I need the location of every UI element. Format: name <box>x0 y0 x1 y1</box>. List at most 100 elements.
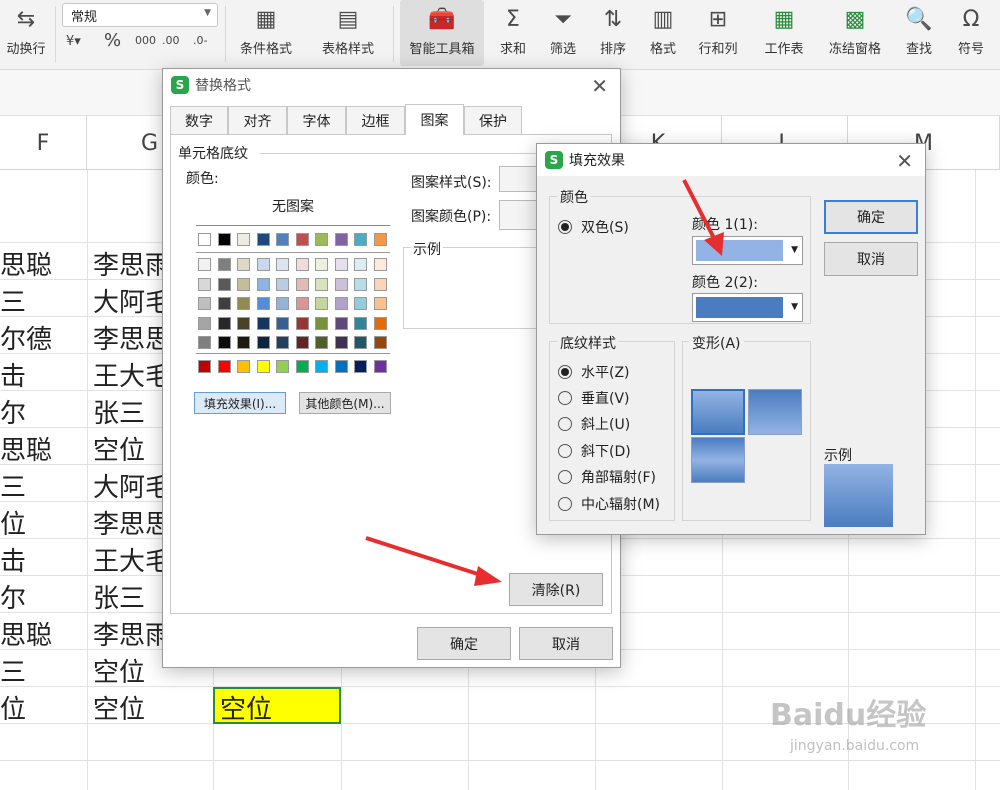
palette-swatch[interactable] <box>315 360 328 373</box>
palette-swatch[interactable] <box>315 297 328 310</box>
close-icon[interactable]: ✕ <box>591 74 608 98</box>
wrap-text-button[interactable]: ⇆ 动换行 <box>0 0 52 66</box>
palette-swatch[interactable] <box>256 336 270 349</box>
cell-g12[interactable]: 空位 <box>93 652 163 689</box>
currency-icon[interactable]: ¥▾ <box>66 34 81 49</box>
style-center-radial-radio[interactable]: 中心辐射(M) <box>558 494 660 514</box>
palette-swatch[interactable] <box>276 233 289 246</box>
cell-g13[interactable]: 空位 <box>93 689 163 726</box>
cell-f9[interactable]: 击 <box>0 541 26 578</box>
conditional-format-button[interactable]: ▦ 条件格式 <box>232 0 300 66</box>
cell-f12[interactable]: 三 <box>0 652 26 689</box>
cell-f2[interactable]: 三 <box>0 282 26 319</box>
worksheet-button[interactable]: ▦ 工作表 <box>754 0 814 66</box>
color2-dropdown[interactable]: ▼ <box>692 293 803 322</box>
cell-g2[interactable]: 大阿毛 <box>93 282 163 319</box>
palette-swatch[interactable] <box>198 360 211 373</box>
style-diagonal-up-radio[interactable]: 斜上(U) <box>558 414 630 434</box>
palette-swatch[interactable] <box>315 258 328 271</box>
color1-dropdown[interactable]: ▼ <box>692 236 803 265</box>
palette-swatch[interactable] <box>217 336 231 349</box>
cell-f4[interactable]: 击 <box>0 356 26 393</box>
palette-swatch[interactable] <box>334 233 348 246</box>
tab-font[interactable]: 字体 <box>287 106 346 134</box>
palette-swatch[interactable] <box>237 297 250 310</box>
palette-swatch[interactable] <box>354 297 367 310</box>
palette-swatch[interactable] <box>276 258 289 271</box>
palette-swatch[interactable] <box>315 277 328 291</box>
palette-swatch[interactable] <box>354 316 367 330</box>
sort-button[interactable]: ⇅ 排序 <box>590 0 636 66</box>
palette-swatch[interactable] <box>198 297 211 310</box>
cell-f10[interactable]: 尔 <box>0 578 26 615</box>
palette-swatch[interactable] <box>315 233 328 246</box>
smart-toolbox-button[interactable]: 🧰 智能工具箱 <box>400 0 484 66</box>
palette-swatch[interactable] <box>256 258 270 271</box>
palette-swatch[interactable] <box>373 297 387 310</box>
palette-swatch[interactable] <box>276 360 289 373</box>
variant-3[interactable] <box>691 437 745 483</box>
palette-swatch[interactable] <box>373 360 387 373</box>
palette-swatch[interactable] <box>276 336 289 349</box>
fill-effects-button[interactable]: 填充效果(I)... <box>194 392 286 414</box>
palette-swatch[interactable] <box>334 316 348 330</box>
cell-g10[interactable]: 张三 <box>93 578 163 615</box>
palette-swatch[interactable] <box>217 297 231 310</box>
palette-swatch[interactable] <box>198 336 211 349</box>
palette-swatch[interactable] <box>334 258 348 271</box>
palette-swatch[interactable] <box>237 336 250 349</box>
column-header-f[interactable]: F <box>0 116 87 170</box>
percent-icon[interactable]: % <box>104 30 121 51</box>
palette-swatch[interactable] <box>198 233 211 246</box>
cell-g9[interactable]: 王大毛 <box>93 541 163 578</box>
palette-swatch[interactable] <box>256 316 270 330</box>
sum-button[interactable]: Σ 求和 <box>490 0 536 66</box>
cell-f5[interactable]: 尔 <box>0 393 26 430</box>
cell-g11[interactable]: 李思雨 <box>93 615 163 652</box>
palette-swatch[interactable] <box>198 277 211 291</box>
palette-swatch[interactable] <box>256 277 270 291</box>
selected-cell[interactable]: 空位 <box>213 687 341 725</box>
variant-1[interactable] <box>691 389 745 435</box>
palette-swatch[interactable] <box>334 277 348 291</box>
tab-pattern[interactable]: 图案 <box>405 104 464 135</box>
cell-g4[interactable]: 王大毛 <box>93 356 163 393</box>
palette-swatch[interactable] <box>295 336 309 349</box>
replace-ok-button[interactable]: 确定 <box>417 627 511 660</box>
palette-swatch[interactable] <box>373 316 387 330</box>
palette-swatch[interactable] <box>256 233 270 246</box>
cell-g7[interactable]: 大阿毛 <box>93 467 163 504</box>
tab-alignment[interactable]: 对齐 <box>228 106 287 134</box>
two-colors-radio[interactable]: 双色(S) <box>558 217 629 237</box>
style-vertical-radio[interactable]: 垂直(V) <box>558 388 630 408</box>
replace-cancel-button[interactable]: 取消 <box>519 627 613 660</box>
clear-button[interactable]: 清除(R) <box>509 573 603 606</box>
palette-swatch[interactable] <box>295 316 309 330</box>
palette-swatch[interactable] <box>373 336 387 349</box>
palette-swatch[interactable] <box>276 316 289 330</box>
cell-g3[interactable]: 李思思 <box>93 319 163 356</box>
palette-swatch[interactable] <box>295 297 309 310</box>
palette-swatch[interactable] <box>315 336 328 349</box>
palette-swatch[interactable] <box>295 258 309 271</box>
pattern-style-dropdown[interactable] <box>499 166 539 192</box>
cell-f3[interactable]: 尔德 <box>0 319 52 356</box>
fill-cancel-button[interactable]: 取消 <box>824 242 918 276</box>
palette-swatch[interactable] <box>334 297 348 310</box>
cell-g1[interactable]: 李思雨 <box>93 245 163 282</box>
no-pattern-option[interactable]: 无图案 <box>196 196 390 216</box>
palette-swatch[interactable] <box>237 360 250 373</box>
more-colors-button[interactable]: 其他颜色(M)... <box>299 392 391 414</box>
cell-g5[interactable]: 张三 <box>93 393 163 430</box>
palette-swatch[interactable] <box>295 277 309 291</box>
row-col-button[interactable]: ⊞ 行和列 <box>690 0 746 66</box>
cell-f13[interactable]: 位 <box>0 689 26 726</box>
palette-swatch[interactable] <box>295 360 309 373</box>
palette-swatch[interactable] <box>256 297 270 310</box>
cell-f8[interactable]: 位 <box>0 504 26 541</box>
tab-border[interactable]: 边框 <box>346 106 405 134</box>
pattern-color-dropdown[interactable] <box>499 200 539 230</box>
freeze-panes-button[interactable]: ▩ 冻结窗格 <box>820 0 890 66</box>
fill-ok-button[interactable]: 确定 <box>824 200 918 234</box>
symbol-button[interactable]: Ω 符号 <box>948 0 994 66</box>
